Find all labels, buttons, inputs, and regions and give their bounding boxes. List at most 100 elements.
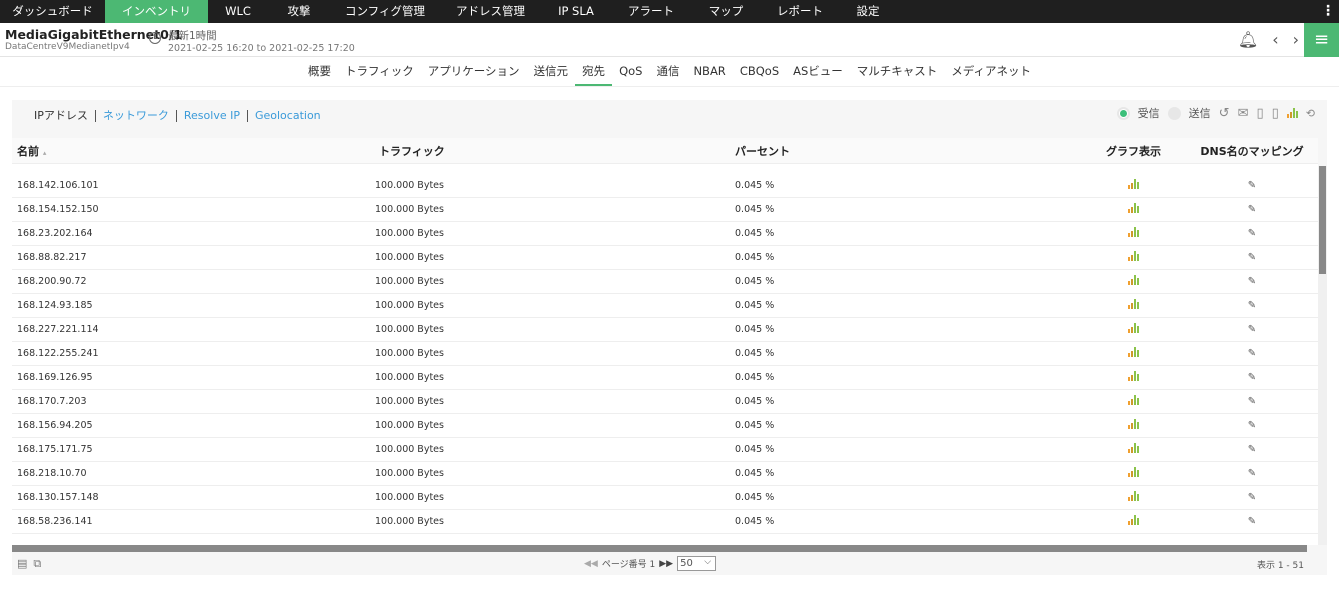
subtab-3[interactable]: 送信元	[527, 57, 576, 86]
time-period[interactable]: 最新1時間	[168, 28, 217, 43]
subtab-2[interactable]: アプリケーション	[421, 57, 527, 86]
edit-icon[interactable]: ✎	[1248, 516, 1256, 527]
email-icon[interactable]: ✉	[1238, 106, 1249, 121]
table-row: 168.23.202.164 100.000 Bytes 0.045 % ✎	[12, 222, 1318, 246]
edit-icon[interactable]: ✎	[1248, 372, 1256, 383]
graph-icon[interactable]	[1128, 347, 1139, 357]
header-graph: グラフ表示	[1106, 144, 1161, 158]
edit-icon[interactable]: ✎	[1248, 228, 1256, 239]
subtab-7[interactable]: NBAR	[686, 57, 732, 86]
graph-icon[interactable]	[1128, 395, 1139, 405]
nav-item-4[interactable]: コンフィグ管理	[330, 0, 440, 23]
edit-icon[interactable]: ✎	[1248, 180, 1256, 191]
clock-icon[interactable]	[149, 32, 161, 44]
receive-radio[interactable]	[1116, 106, 1130, 120]
edit-icon[interactable]: ✎	[1248, 444, 1256, 455]
history-icon[interactable]: ↺	[1219, 106, 1230, 121]
edit-icon[interactable]: ✎	[1248, 468, 1256, 479]
sort-icon[interactable]: ▴	[43, 149, 47, 157]
send-radio[interactable]	[1167, 106, 1181, 120]
first-page-icon[interactable]: ◀◀	[584, 559, 598, 569]
edit-icon[interactable]: ✎	[1248, 348, 1256, 359]
edit-icon[interactable]: ✎	[1248, 324, 1256, 335]
table-row: 168.122.255.241 100.000 Bytes 0.045 % ✎	[12, 342, 1318, 366]
subtab-6[interactable]: 通信	[649, 57, 686, 86]
subtab-5[interactable]: QoS	[612, 57, 649, 86]
cell-percent: 0.045 %	[735, 516, 775, 527]
view-geolocation[interactable]: Geolocation	[248, 110, 328, 122]
graph-icon[interactable]	[1128, 371, 1139, 381]
graph-icon[interactable]	[1128, 467, 1139, 477]
cell-name: 168.130.157.148	[17, 492, 99, 503]
graph-icon[interactable]	[1128, 491, 1139, 501]
nav-item-6[interactable]: IP SLA	[541, 0, 611, 23]
vertical-scrollbar[interactable]	[1318, 166, 1327, 545]
nav-item-7[interactable]: アラート	[611, 0, 691, 23]
horizontal-scrollbar[interactable]	[12, 545, 1307, 552]
previous-icon[interactable]: ‹	[1272, 30, 1278, 49]
subtab-8[interactable]: CBQoS	[733, 57, 786, 86]
graph-icon[interactable]	[1128, 179, 1139, 189]
cell-name: 168.200.90.72	[17, 276, 87, 287]
next-page-icon[interactable]: ▶▶	[659, 559, 673, 569]
graph-icon[interactable]	[1128, 251, 1139, 261]
edit-icon[interactable]: ✎	[1248, 276, 1256, 287]
graph-icon[interactable]	[1128, 515, 1139, 525]
cell-percent: 0.045 %	[735, 276, 775, 287]
csv-icon[interactable]: ▯	[1272, 106, 1279, 121]
column-chooser-icon[interactable]: ▤	[17, 557, 27, 570]
content-panel: IPアドレス ネットワーク Resolve IP Geolocation 受信 …	[12, 100, 1327, 575]
nav-item-10[interactable]: 設定	[839, 0, 897, 23]
page-size-select[interactable]: 50	[677, 556, 717, 571]
nav-item-1[interactable]: インベントリ	[105, 0, 208, 23]
sub-tabs: 概要 トラフィック アプリケーション 送信元 宛先 QoS 通信 NBAR CBQoS ASビュー…	[0, 57, 1339, 87]
subtab-11[interactable]: メディアネット	[944, 57, 1038, 86]
cell-percent: 0.045 %	[735, 492, 775, 503]
graph-icon[interactable]	[1128, 299, 1139, 309]
header-name[interactable]: 名前 ▴	[12, 143, 375, 159]
subtab-10[interactable]: マルチキャスト	[850, 57, 945, 86]
nav-item-5[interactable]: アドレス管理	[440, 0, 541, 23]
subtab-1[interactable]: トラフィック	[338, 57, 421, 86]
hamburger-menu-icon[interactable]: ≡	[1304, 23, 1339, 57]
header-traffic[interactable]: トラフィック	[375, 143, 735, 159]
alarm-bell-icon[interactable]: 🔔︎	[1238, 30, 1258, 49]
pdf-icon[interactable]: ▯	[1256, 106, 1263, 121]
subtab-4[interactable]: 宛先	[575, 57, 613, 86]
cell-percent: 0.045 %	[735, 468, 775, 479]
export-icon[interactable]: ⧉	[33, 557, 41, 571]
subtab-0[interactable]: 概要	[301, 57, 338, 86]
view-ip-address[interactable]: IPアドレス	[27, 110, 96, 122]
cell-traffic: 100.000 Bytes	[375, 348, 444, 359]
cell-name: 168.169.126.95	[17, 372, 93, 383]
refresh-icon[interactable]: ⟲	[1306, 107, 1315, 120]
nav-item-2[interactable]: WLC	[208, 0, 268, 23]
nav-item-3[interactable]: 攻撃	[268, 0, 330, 23]
header-percent[interactable]: パーセント	[735, 143, 1075, 159]
cell-name: 168.124.93.185	[17, 300, 93, 311]
graph-icon[interactable]	[1128, 419, 1139, 429]
graph-icon[interactable]	[1128, 203, 1139, 213]
chart-icon[interactable]	[1286, 108, 1298, 118]
more-options-icon[interactable]: ⋮	[1321, 3, 1335, 19]
next-icon[interactable]: ›	[1293, 30, 1299, 49]
edit-icon[interactable]: ✎	[1248, 300, 1256, 311]
graph-icon[interactable]	[1128, 227, 1139, 237]
subtab-9[interactable]: ASビュー	[786, 57, 850, 86]
nav-item-0[interactable]: ダッシュボード	[0, 0, 105, 23]
view-network[interactable]: ネットワーク	[96, 110, 177, 122]
nav-item-8[interactable]: マップ	[691, 0, 761, 23]
device-header: MediaGigabitEthernet0/1 DataCentreV9Medi…	[0, 23, 1339, 57]
edit-icon[interactable]: ✎	[1248, 204, 1256, 215]
graph-icon[interactable]	[1128, 443, 1139, 453]
graph-icon[interactable]	[1128, 275, 1139, 285]
table-header: 名前 ▴ トラフィック パーセント グラフ表示 DNS名のマッピング	[12, 138, 1318, 164]
edit-icon[interactable]: ✎	[1248, 492, 1256, 503]
edit-icon[interactable]: ✎	[1248, 252, 1256, 263]
table-row: 168.227.221.114 100.000 Bytes 0.045 % ✎	[12, 318, 1318, 342]
edit-icon[interactable]: ✎	[1248, 420, 1256, 431]
edit-icon[interactable]: ✎	[1248, 396, 1256, 407]
nav-item-9[interactable]: レポート	[761, 0, 839, 23]
graph-icon[interactable]	[1128, 323, 1139, 333]
view-resolve-ip[interactable]: Resolve IP	[177, 110, 248, 122]
